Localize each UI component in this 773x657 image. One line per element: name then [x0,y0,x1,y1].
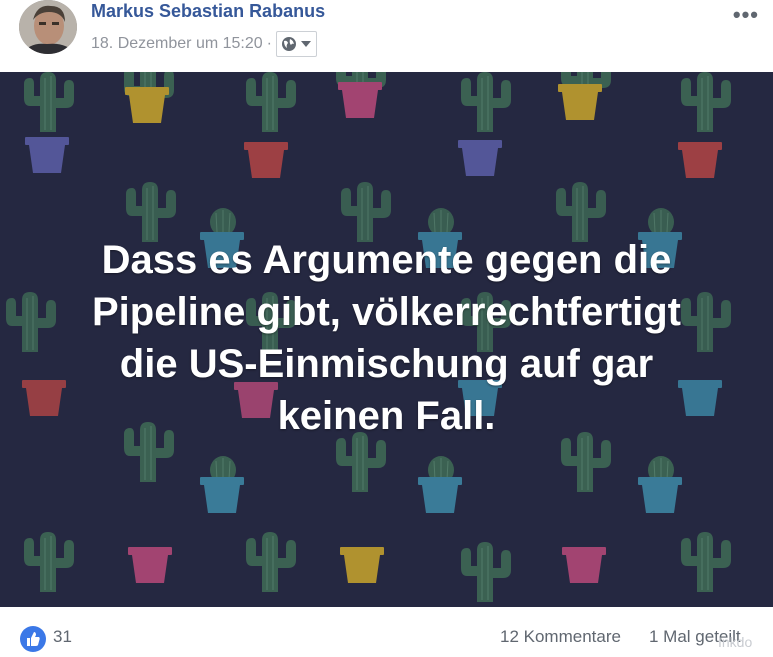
thumbs-up-icon[interactable] [20,626,46,652]
avatar[interactable] [19,0,77,54]
image-text-line: Dass es Argumente gegen die [101,238,672,282]
post-meta: 18. Dezember um 15:20 · [91,31,317,57]
image-text-line: die US-Einmischung auf gar [119,342,654,386]
post-timestamp[interactable]: 18. Dezember um 15:20 [91,35,263,53]
globe-icon [281,37,296,51]
image-text-line: keinen Fall. [277,394,496,438]
audience-selector[interactable] [275,31,317,57]
comments-count[interactable]: 12 Kommentare [500,627,621,647]
chevron-down-icon [300,41,311,47]
author-name[interactable]: Markus Sebastian Rabanus [91,1,325,22]
watermark: Inkdo [718,634,753,650]
post-image-text: Dass es Argumente gegen die Pipeline gib… [0,234,773,442]
post-header: Markus Sebastian Rabanus 18. Dezember um… [0,0,773,72]
like-count[interactable]: 31 [53,627,72,647]
more-options-icon[interactable]: ••• [733,2,759,28]
meta-separator: · [266,35,272,52]
post-image[interactable]: Dass es Argumente gegen die Pipeline gib… [0,72,773,607]
image-text-line: Pipeline gibt, völkerrechtfertigt [91,290,681,334]
